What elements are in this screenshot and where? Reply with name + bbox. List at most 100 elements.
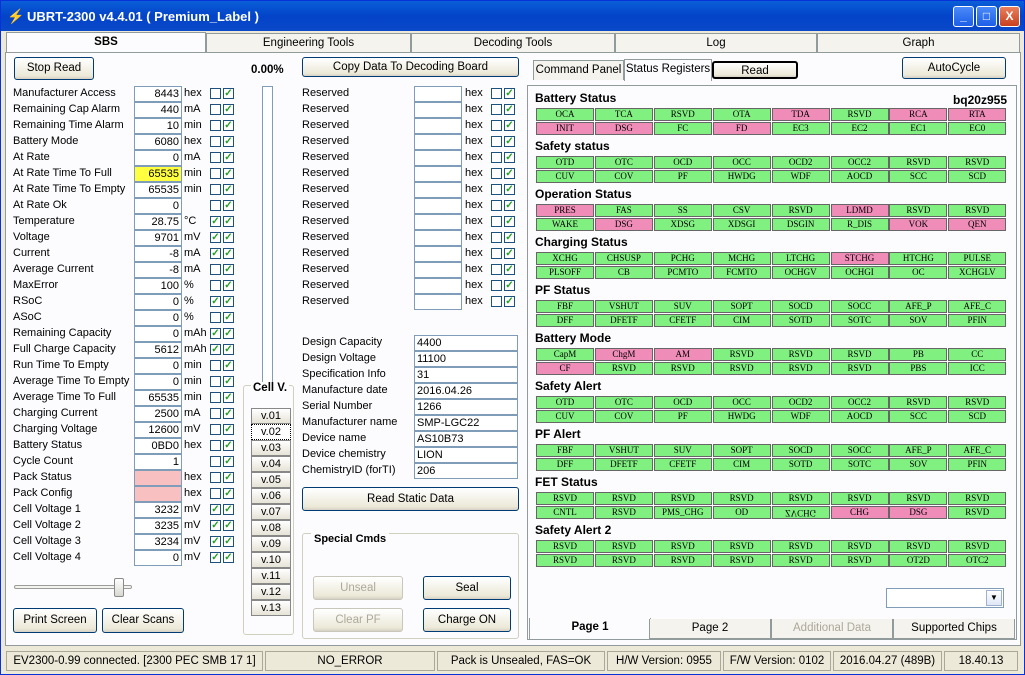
reserved-row-checkbox[interactable]: ✓ [504,200,515,211]
sbs-row-checkbox[interactable]: ✓ [223,392,234,403]
sbs-row-checkbox[interactable]: ✓ [223,408,234,419]
read-button[interactable]: Read [712,61,798,79]
reserved-row-checkbox[interactable] [491,264,502,275]
reserved-row-checkbox[interactable] [491,200,502,211]
print-screen-button[interactable]: Print Screen [13,608,97,633]
sbs-row-checkbox[interactable] [210,392,221,403]
reserved-row-checkbox[interactable] [491,136,502,147]
cell-voltage-button[interactable]: v.13 [251,600,291,616]
sbs-row-checkbox[interactable]: ✓ [223,184,234,195]
sbs-row-checkbox[interactable]: ✓ [210,504,221,515]
cell-voltage-button[interactable]: v.03 [251,440,291,456]
stop-read-button[interactable]: Stop Read [14,57,94,80]
sbs-row-checkbox[interactable]: ✓ [223,360,234,371]
sbs-row-checkbox[interactable]: ✓ [210,536,221,547]
sbs-row-checkbox[interactable]: ✓ [223,200,234,211]
sbs-row-checkbox[interactable]: ✓ [223,264,234,275]
tab-status-registers[interactable]: Status Registers [624,59,712,81]
reserved-row-checkbox[interactable] [491,104,502,115]
tab-page-2[interactable]: Page 2 [649,619,771,639]
title-bar[interactable]: ⚡ UBRT-2300 v4.4.01 ( Premium_Label ) _ … [1,1,1024,31]
reserved-row-checkbox[interactable]: ✓ [504,264,515,275]
sbs-row-checkbox[interactable]: ✓ [223,296,234,307]
tab-graph[interactable]: Graph [817,33,1020,53]
reserved-row-checkbox[interactable]: ✓ [504,184,515,195]
reserved-row-checkbox[interactable]: ✓ [504,296,515,307]
cell-voltage-button[interactable]: v.09 [251,536,291,552]
maximize-button[interactable]: □ [976,6,997,27]
unseal-button[interactable]: Unseal [313,576,403,600]
sbs-row-checkbox[interactable]: ✓ [223,120,234,131]
charge-on-button[interactable]: Charge ON [423,608,511,632]
reserved-row-checkbox[interactable] [491,296,502,307]
slider-thumb[interactable] [114,578,124,597]
cell-voltage-button[interactable]: v.08 [251,520,291,536]
reserved-row-checkbox[interactable]: ✓ [504,248,515,259]
cell-voltage-button[interactable]: v.01 [251,408,291,424]
chip-select[interactable]: ▼ [886,588,1004,608]
sbs-row-checkbox[interactable]: ✓ [210,296,221,307]
reserved-row-checkbox[interactable] [491,184,502,195]
sbs-row-checkbox[interactable]: ✓ [223,104,234,115]
cell-voltage-button[interactable]: v.02 [251,424,291,440]
reserved-row-checkbox[interactable] [491,280,502,291]
cell-voltage-button[interactable]: v.07 [251,504,291,520]
sbs-row-checkbox[interactable] [210,312,221,323]
cell-voltage-button[interactable]: v.06 [251,488,291,504]
minimize-button[interactable]: _ [953,6,974,27]
sbs-row-checkbox[interactable] [210,200,221,211]
read-static-data-button[interactable]: Read Static Data [302,487,519,511]
chevron-down-icon[interactable]: ▼ [986,590,1002,606]
sbs-row-checkbox[interactable]: ✓ [210,232,221,243]
sbs-row-checkbox[interactable]: ✓ [223,488,234,499]
reserved-row-checkbox[interactable]: ✓ [504,168,515,179]
sbs-row-checkbox[interactable]: ✓ [210,552,221,563]
sbs-row-checkbox[interactable] [210,472,221,483]
sbs-row-checkbox[interactable]: ✓ [210,328,221,339]
sbs-row-checkbox[interactable] [210,440,221,451]
tab-supported-chips[interactable]: Supported Chips [893,619,1015,639]
reserved-row-checkbox[interactable] [491,248,502,259]
sbs-row-checkbox[interactable]: ✓ [223,520,234,531]
sbs-row-checkbox[interactable]: ✓ [223,504,234,515]
autocycle-button[interactable]: AutoCycle [902,57,1006,79]
sbs-row-checkbox[interactable] [210,376,221,387]
sbs-row-checkbox[interactable]: ✓ [223,456,234,467]
sbs-row-checkbox[interactable]: ✓ [210,216,221,227]
sbs-row-checkbox[interactable]: ✓ [223,472,234,483]
seal-button[interactable]: Seal [423,576,511,600]
sbs-row-checkbox[interactable]: ✓ [223,88,234,99]
sbs-row-checkbox[interactable]: ✓ [223,232,234,243]
reserved-row-checkbox[interactable] [491,120,502,131]
sbs-row-checkbox[interactable]: ✓ [223,440,234,451]
sbs-row-checkbox[interactable] [210,168,221,179]
sbs-row-checkbox[interactable]: ✓ [223,216,234,227]
reserved-row-checkbox[interactable]: ✓ [504,120,515,131]
reserved-row-checkbox[interactable] [491,232,502,243]
reserved-row-checkbox[interactable]: ✓ [504,280,515,291]
tab-decoding-tools[interactable]: Decoding Tools [411,33,615,53]
sbs-row-checkbox[interactable] [210,280,221,291]
sbs-row-checkbox[interactable] [210,456,221,467]
tab-engineering-tools[interactable]: Engineering Tools [206,33,411,53]
sbs-row-checkbox[interactable]: ✓ [210,248,221,259]
sbs-row-checkbox[interactable] [210,104,221,115]
reserved-row-checkbox[interactable] [491,152,502,163]
sbs-row-checkbox[interactable] [210,120,221,131]
tab-log[interactable]: Log [615,33,817,53]
sbs-row-checkbox[interactable]: ✓ [223,328,234,339]
sbs-row-checkbox[interactable]: ✓ [223,376,234,387]
sbs-row-checkbox[interactable]: ✓ [223,248,234,259]
sbs-row-checkbox[interactable]: ✓ [223,552,234,563]
sbs-row-checkbox[interactable] [210,152,221,163]
tab-command-panel[interactable]: Command Panel [533,60,624,80]
reserved-row-checkbox[interactable]: ✓ [504,104,515,115]
sbs-row-checkbox[interactable]: ✓ [223,152,234,163]
tab-page-1[interactable]: Page 1 [529,618,651,640]
cell-voltage-button[interactable]: v.05 [251,472,291,488]
tab-sbs[interactable]: SBS [6,32,206,54]
sbs-row-checkbox[interactable]: ✓ [223,424,234,435]
cell-voltage-button[interactable]: v.04 [251,456,291,472]
reserved-row-checkbox[interactable]: ✓ [504,136,515,147]
sbs-row-checkbox[interactable]: ✓ [210,344,221,355]
